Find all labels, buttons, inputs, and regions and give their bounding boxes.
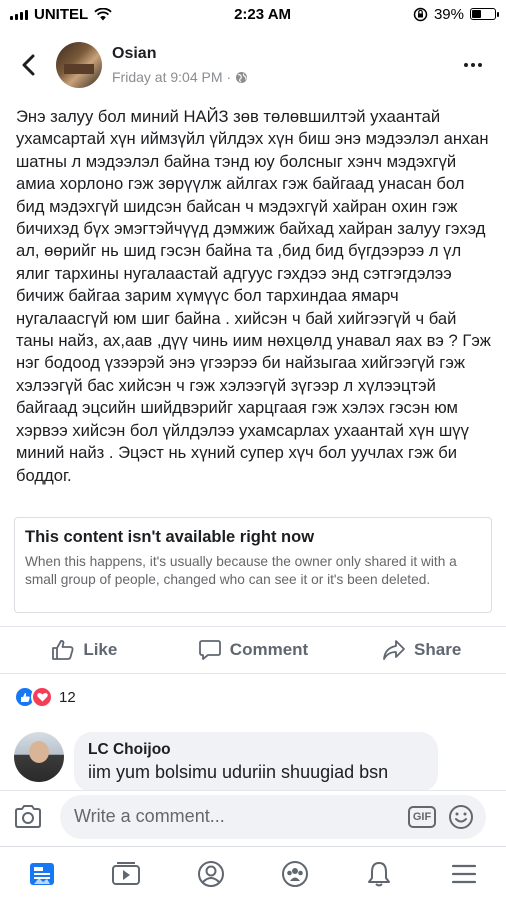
smile-icon [449,804,473,829]
commenter-name[interactable]: LC Choijoo [88,741,424,759]
hamburger-menu-icon [451,864,476,883]
dot-icon [471,63,475,67]
reactions-summary[interactable]: 12 [14,686,76,708]
comment-text: iim yum bolsimu uduriin shuugiad bsn [88,762,389,782]
bottom-tab-bar [0,846,506,900]
comment-input-container: GIF [60,794,486,839]
tab-groups[interactable] [253,847,337,900]
meta-separator: · [226,69,232,85]
tab-notifications[interactable] [337,847,421,900]
tab-profile[interactable] [169,847,253,900]
unavailable-description: When this happens, it's usually because … [25,554,457,587]
comment-input[interactable] [74,806,408,827]
profile-icon [197,860,224,887]
comment-button[interactable]: Comment [169,627,338,673]
author-name[interactable]: Osian [112,45,448,63]
post-meta: Friday at 9:04 PM · [112,69,448,85]
comment-bubble[interactable]: LC Choijoo iim yum bolsimu uduriin shuug… [74,732,438,792]
groups-icon [282,860,309,887]
post-actions: Like Comment Share [0,626,506,674]
status-bar: UNITEL 2:23 AM 39% [0,0,506,28]
status-left: UNITEL [10,6,112,23]
clock: 2:23 AM [234,5,292,23]
rotation-lock-icon [413,7,428,21]
share-icon [383,640,405,660]
comment-label: Comment [229,640,309,659]
like-button[interactable]: Like [0,627,169,673]
comment-item: LC Choijoo iim yum bolsimu uduriin shuug… [14,732,438,792]
post-body: Энэ залуу бол миний НАЙЗ зөв төлөвшилтэй… [16,107,491,485]
globe-icon [236,71,248,83]
author-avatar[interactable] [56,42,102,88]
chevron-left-icon [22,54,35,76]
post-timestamp[interactable]: Friday at 9:04 PM [112,69,223,85]
carrier-label: UNITEL [34,5,89,23]
back-button[interactable] [0,30,56,100]
author-block: Osian Friday at 9:04 PM · [112,45,448,85]
share-label: Share [414,640,462,659]
dot-icon [464,63,468,67]
unavailable-content-card[interactable]: This content isn't available right now W… [14,517,492,613]
gif-button[interactable]: GIF [408,805,436,828]
bell-icon [368,861,391,886]
camera-button[interactable] [2,791,54,843]
love-reaction-icon [31,686,53,708]
commenter-avatar[interactable] [14,732,64,782]
comment-icon [198,640,221,660]
thumbs-up-icon [52,640,74,660]
comment-composer: GIF [0,790,506,842]
watch-video-icon [112,861,141,885]
wifi-icon [94,7,112,20]
battery-percent: 39% [433,5,464,23]
tab-menu[interactable] [422,847,506,900]
dot-icon [478,63,482,67]
camera-icon [15,804,41,828]
share-button[interactable]: Share [337,627,506,673]
tab-news-feed[interactable] [0,847,84,900]
more-options-button[interactable] [448,45,498,85]
reaction-count: 12 [59,688,76,706]
tab-watch[interactable] [84,847,168,900]
battery-icon [469,8,499,20]
emoji-button[interactable] [448,804,474,830]
signal-icon [10,9,28,20]
post-header: Osian Friday at 9:04 PM · [0,30,506,100]
unavailable-title: This content isn't available right now [25,528,315,546]
news-feed-icon [30,862,55,885]
like-label: Like [83,640,118,659]
status-right: 39% [413,5,499,23]
battery-fill [471,10,481,18]
